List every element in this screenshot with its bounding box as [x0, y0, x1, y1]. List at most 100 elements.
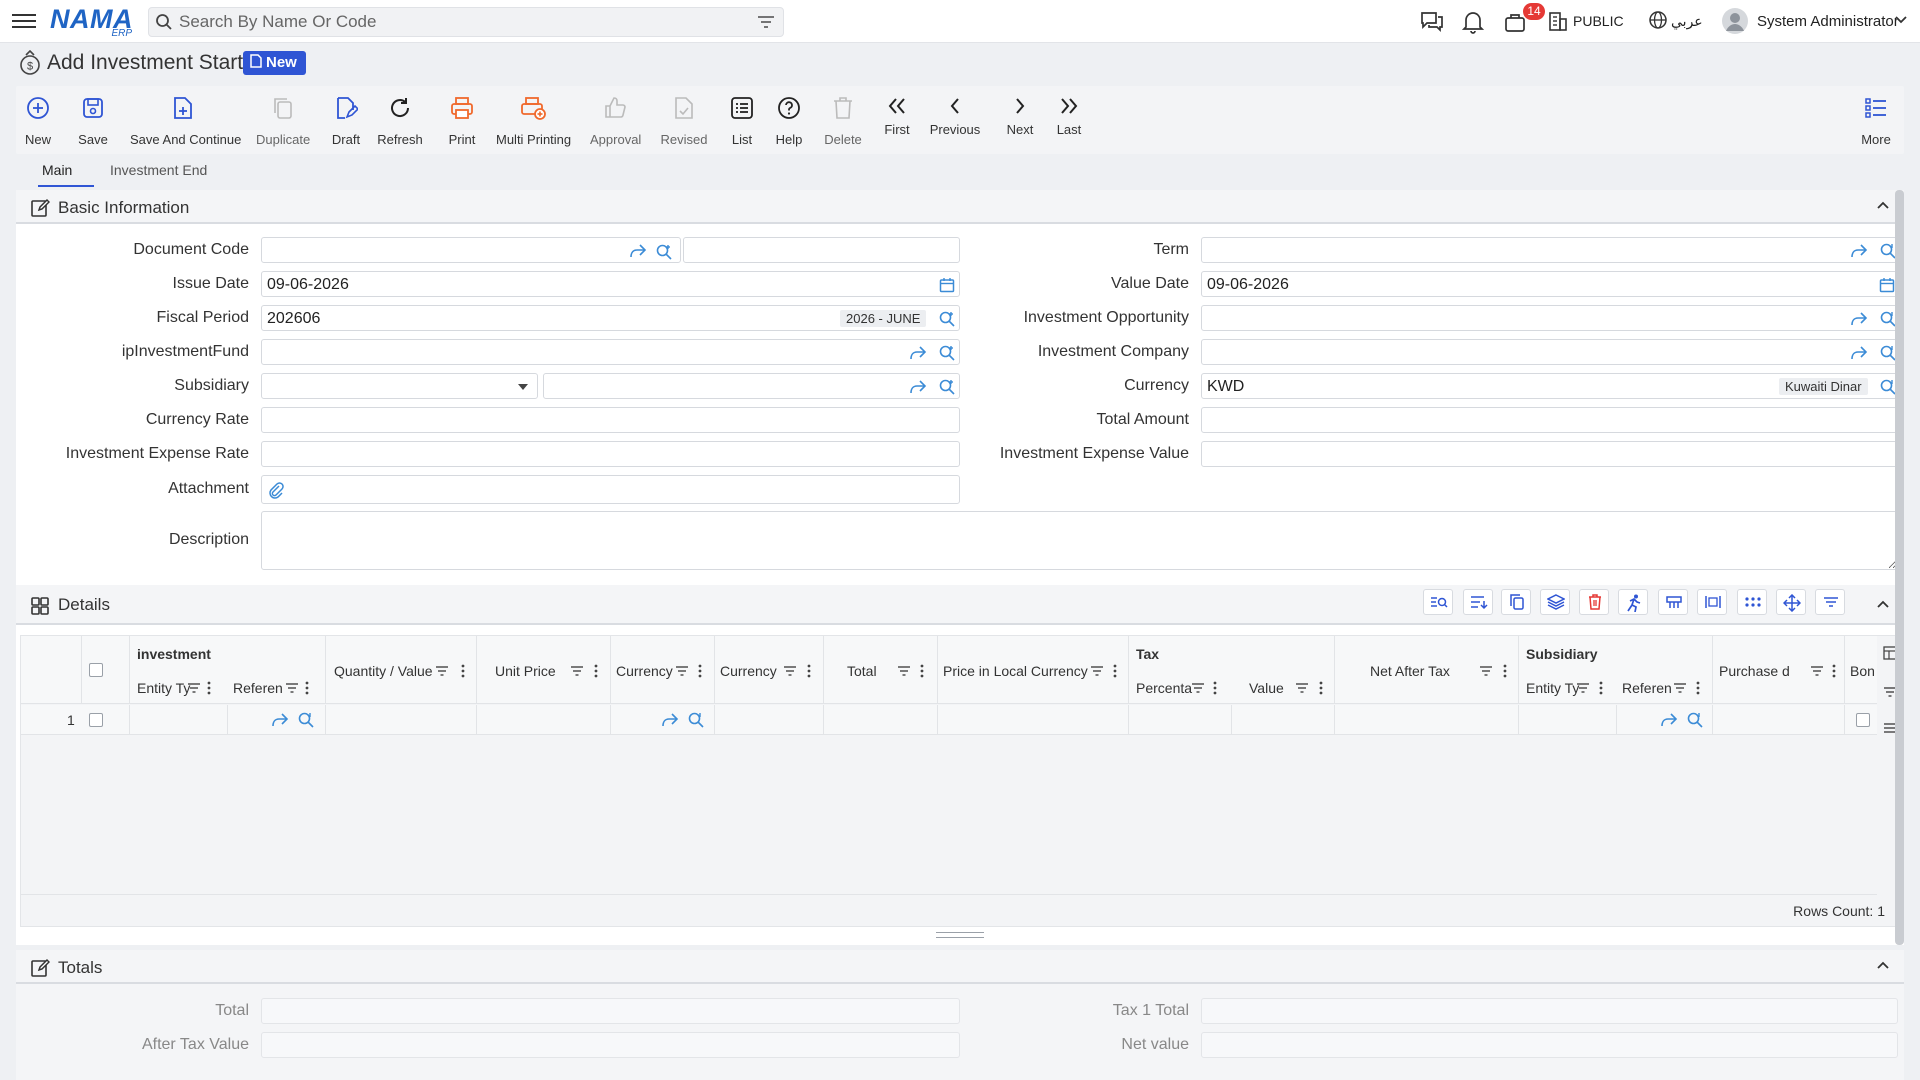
- last-button[interactable]: Last: [1048, 86, 1090, 154]
- share-icon[interactable]: [661, 712, 679, 728]
- column-header-unit-price[interactable]: Unit Price: [495, 663, 556, 679]
- investment-expense-value-input[interactable]: [1201, 441, 1898, 467]
- next-button[interactable]: Next: [999, 86, 1041, 154]
- column-header-quantity[interactable]: Quantity / Value: [334, 663, 433, 679]
- column-header-entity-type[interactable]: Entity Ty: [137, 680, 190, 696]
- globe-icon[interactable]: [1648, 10, 1668, 30]
- grid-action-button[interactable]: [1618, 589, 1648, 615]
- grid-filter-button[interactable]: [1815, 589, 1845, 615]
- user-name[interactable]: System Administrator: [1757, 13, 1899, 30]
- column-header-value[interactable]: Value: [1249, 680, 1284, 696]
- lookup-icon[interactable]: [297, 711, 315, 729]
- paperclip-icon[interactable]: [268, 481, 284, 499]
- grid-merge-button[interactable]: [1658, 589, 1688, 615]
- branch-label[interactable]: PUBLIC: [1573, 13, 1624, 29]
- document-code-name-input[interactable]: [683, 237, 960, 263]
- bon-checkbox[interactable]: [1856, 713, 1870, 727]
- column-menu-icon[interactable]: [305, 681, 309, 695]
- grid-fit-columns-button[interactable]: [1697, 589, 1727, 615]
- tab-main[interactable]: Main: [42, 162, 72, 178]
- lookup-icon[interactable]: [1686, 711, 1704, 729]
- grid-delete-button[interactable]: [1579, 589, 1609, 615]
- chevron-up-icon[interactable]: [1876, 960, 1890, 970]
- column-header-sub-entity-type[interactable]: Entity Ty: [1526, 680, 1579, 696]
- totals-header[interactable]: Totals: [16, 950, 1904, 984]
- column-header-reference[interactable]: Referen: [233, 680, 283, 696]
- share-icon[interactable]: [1850, 243, 1868, 259]
- lookup-icon[interactable]: [938, 344, 956, 362]
- table-row[interactable]: 1: [21, 705, 1877, 735]
- share-icon[interactable]: [909, 345, 927, 361]
- save-and-continue-button[interactable]: Save And Continue: [130, 86, 241, 154]
- grid-add-rows-button[interactable]: [1463, 589, 1493, 615]
- menu-icon[interactable]: [12, 10, 36, 32]
- column-filter-icon[interactable]: [570, 665, 584, 677]
- column-filter-icon[interactable]: [1479, 665, 1493, 677]
- chevron-up-icon[interactable]: [1876, 599, 1890, 609]
- lookup-icon[interactable]: [655, 243, 673, 261]
- new-button[interactable]: New: [24, 86, 52, 154]
- lookup-icon[interactable]: [687, 711, 705, 729]
- investment-opportunity-input[interactable]: [1201, 305, 1898, 331]
- print-button[interactable]: Print: [446, 86, 478, 154]
- column-menu-icon[interactable]: [1113, 664, 1117, 678]
- column-filter-icon[interactable]: [783, 665, 797, 677]
- column-header-sub-reference[interactable]: Referen: [1622, 680, 1672, 696]
- issue-date-input[interactable]: 09-06-2026: [261, 271, 960, 297]
- column-filter-icon[interactable]: [1576, 682, 1590, 694]
- resize-handle[interactable]: [936, 932, 984, 938]
- chat-icon[interactable]: [1419, 10, 1445, 34]
- basic-information-header[interactable]: Basic Information: [16, 190, 1904, 224]
- more-button[interactable]: More: [1858, 86, 1894, 154]
- revised-button[interactable]: Revised: [659, 86, 709, 154]
- delete-button[interactable]: Delete: [822, 86, 864, 154]
- currency-input[interactable]: KWD Kuwaiti Dinar: [1201, 373, 1898, 399]
- list-button[interactable]: List: [728, 86, 756, 154]
- column-filter-icon[interactable]: [187, 682, 201, 694]
- subsidiary-input[interactable]: [543, 373, 960, 399]
- column-menu-icon[interactable]: [1696, 681, 1700, 695]
- column-menu-icon[interactable]: [1503, 664, 1507, 678]
- column-header-bon[interactable]: Bon: [1850, 663, 1876, 679]
- column-filter-icon[interactable]: [1810, 665, 1824, 677]
- column-menu-icon[interactable]: [807, 664, 811, 678]
- grid-search-button[interactable]: [1423, 589, 1453, 615]
- lookup-icon[interactable]: [938, 310, 956, 328]
- column-menu-icon[interactable]: [461, 664, 465, 678]
- help-button[interactable]: Help: [774, 86, 804, 154]
- bell-icon[interactable]: [1462, 10, 1484, 34]
- logo[interactable]: NAMA ERP: [50, 4, 134, 39]
- filter-icon[interactable]: [757, 14, 775, 30]
- avatar[interactable]: [1722, 8, 1748, 34]
- column-menu-icon[interactable]: [698, 664, 702, 678]
- investment-fund-input[interactable]: [261, 339, 960, 365]
- column-menu-icon[interactable]: [1213, 681, 1217, 695]
- column-filter-icon[interactable]: [1191, 682, 1205, 694]
- share-icon[interactable]: [1660, 712, 1678, 728]
- language-switch[interactable]: عربي: [1671, 13, 1703, 30]
- duplicate-button[interactable]: Duplicate: [256, 86, 310, 154]
- column-header-total[interactable]: Total: [847, 663, 877, 679]
- lookup-icon[interactable]: [938, 378, 956, 396]
- select-all-checkbox[interactable]: [89, 663, 103, 677]
- share-icon[interactable]: [629, 243, 647, 259]
- column-menu-icon[interactable]: [920, 664, 924, 678]
- column-menu-icon[interactable]: [1599, 681, 1603, 695]
- column-filter-icon[interactable]: [675, 665, 689, 677]
- currency-rate-input[interactable]: [261, 407, 960, 433]
- approval-button[interactable]: Approval: [590, 86, 641, 154]
- column-header-currency[interactable]: Currency: [616, 663, 673, 679]
- chevron-up-icon[interactable]: [1876, 200, 1890, 210]
- subsidiary-type-select[interactable]: [261, 373, 538, 399]
- column-menu-icon[interactable]: [594, 664, 598, 678]
- building-icon[interactable]: [1548, 10, 1568, 32]
- attachment-input[interactable]: [261, 475, 960, 504]
- column-menu-icon[interactable]: [1832, 664, 1836, 678]
- value-date-input[interactable]: 09-06-2026: [1201, 271, 1898, 297]
- chevron-down-icon[interactable]: [1894, 15, 1908, 25]
- column-filter-icon[interactable]: [285, 682, 299, 694]
- fiscal-period-input[interactable]: 202606 2026 - JUNE: [261, 305, 960, 331]
- share-icon[interactable]: [909, 379, 927, 395]
- total-amount-input[interactable]: [1201, 407, 1898, 433]
- calendar-icon[interactable]: [1879, 277, 1895, 293]
